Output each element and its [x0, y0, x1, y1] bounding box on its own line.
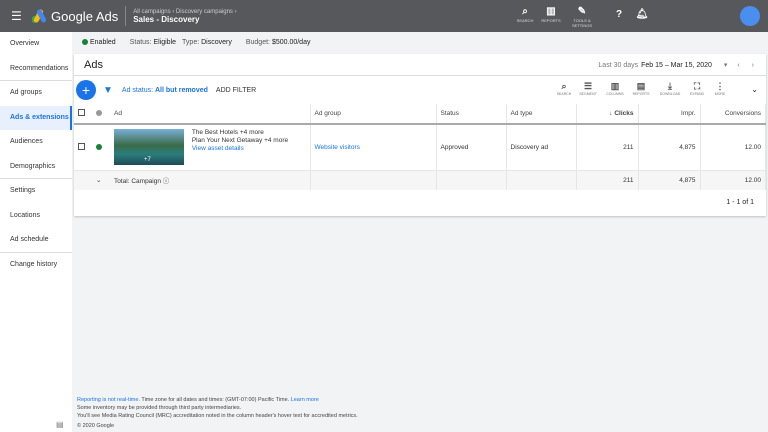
select-all-checkbox[interactable] [78, 109, 85, 116]
ad-status-filter[interactable]: Ad status: All but removed [122, 87, 208, 94]
download-icon: ⤓ [668, 81, 672, 91]
avatar[interactable] [740, 6, 760, 26]
table-row: +7 The Best Hotels +4 more Plan Your Nex… [74, 124, 766, 171]
total-conversions: 12.00 [700, 170, 766, 190]
conversions-value: 12.00 [700, 124, 766, 171]
more-button[interactable]: ⋮ MORE [708, 81, 732, 96]
ads-card: Ads Last 30 days Feb 15 – Mar 15, 2020 ▾ … [74, 54, 766, 216]
sidebar-item-change-history[interactable]: Change history [0, 253, 72, 278]
ad-image-thumbnail[interactable]: +7 [114, 129, 184, 166]
row-checkbox[interactable] [78, 142, 85, 150]
campaign-type: Discovery [201, 38, 232, 46]
ad-type: Discovery ad [506, 124, 577, 171]
segment-icon: ☰ [583, 81, 593, 91]
total-label: Total: Campaign [114, 178, 161, 186]
dropdown-icon[interactable]: ▾ [724, 62, 728, 69]
ads-table: Ad Ad group Status Ad type ↓ Clicks Impr… [74, 104, 766, 190]
learn-more-link[interactable]: Learn more [291, 397, 319, 403]
reports-icon: ▤ [636, 81, 646, 91]
col-status[interactable]: Status [436, 104, 507, 125]
view-asset-details-link[interactable]: View asset details [192, 145, 244, 152]
sidebar-item-settings[interactable]: Settings [0, 179, 72, 204]
sidebar-item-audiences[interactable]: Audiences [0, 130, 72, 155]
campaign-name: Sales - Discovery [133, 14, 200, 24]
expand-icon: ⛶ [693, 81, 701, 91]
brand-name: Google Ads [51, 8, 119, 24]
status-dot-icon [96, 110, 102, 116]
bell-icon[interactable]: 🔔︎ [627, 9, 657, 21]
impr-value: 4,875 [638, 124, 701, 171]
ad-headline: The Best Hotels +4 more [191, 129, 264, 137]
expand-button[interactable]: ⛶ EXPAND [685, 81, 709, 96]
wrench-icon: ✎ [577, 6, 587, 17]
segment-button[interactable]: ☰ SEGMENT [576, 81, 600, 96]
sidebar-item-overview[interactable]: Overview [0, 32, 72, 57]
budget[interactable]: $500.00/day [272, 39, 311, 46]
reporting-link[interactable]: Reporting is not real-time. [77, 397, 140, 403]
enabled-dot-icon [82, 38, 88, 45]
table-search-button[interactable]: ⌕ SEARCH [552, 81, 576, 96]
sidebar-item-ad-schedule[interactable]: Ad schedule [0, 228, 72, 253]
next-period-icon[interactable]: › [752, 62, 754, 69]
filter-icon[interactable]: ▼ [103, 85, 113, 96]
table-header: Ad Ad group Status Ad type ↓ Clicks Impr… [74, 104, 766, 125]
sidebar-item-recommendations[interactable]: Recommendations [0, 57, 72, 81]
sidebar-item-locations[interactable]: Locations [0, 204, 72, 229]
copyright: © 2020 Google [77, 423, 115, 429]
columns-button[interactable]: ▥ COLUMNS [603, 81, 627, 96]
col-ad[interactable]: Ad [110, 104, 311, 125]
reports-icon: ▥ [546, 6, 556, 17]
breadcrumb: All campaigns › Discovery campaigns › Sa… [133, 9, 236, 24]
col-ad-group[interactable]: Ad group [310, 104, 437, 125]
sidebar: Overview Recommendations Ad groups Ads &… [0, 32, 72, 432]
enabled-dot-icon [96, 143, 102, 150]
sidebar-item-ads-extensions[interactable]: Ads & extensions [0, 105, 72, 130]
footer: Reporting is not real-time. Time zone fo… [77, 397, 358, 429]
add-ad-button[interactable]: + [76, 80, 96, 100]
col-clicks[interactable]: ↓ Clicks [576, 104, 639, 125]
reports-button[interactable]: ▤ REPORTS [629, 81, 653, 96]
col-conversions[interactable]: Conversions [700, 104, 766, 125]
tools-settings-button[interactable]: ✎ TOOLS & SETTINGS [567, 6, 597, 28]
sidebar-item-demographics[interactable]: Demographics [0, 155, 72, 179]
enabled-status[interactable]: Enabled [82, 38, 116, 46]
search-icon: ⌕ [561, 81, 567, 91]
clicks-value: 211 [576, 124, 639, 171]
sidebar-item-ad-groups[interactable]: Ad groups [0, 81, 72, 106]
col-ad-type[interactable]: Ad type [506, 104, 577, 125]
eligibility-status: Eligible [153, 38, 177, 46]
collapse-chevron-icon[interactable]: ⌄ [751, 85, 758, 94]
campaign-status-bar: Enabled Status: Eligible Type: Discovery… [72, 32, 768, 52]
date-range-picker[interactable]: Last 30 days Feb 15 – Mar 15, 2020 ▾ ‹ › [598, 61, 754, 69]
breadcrumb-path[interactable]: All campaigns › Discovery campaigns › [133, 9, 236, 15]
reports-button[interactable]: ▥ REPORTS [536, 6, 566, 23]
prev-period-icon[interactable]: ‹ [737, 62, 739, 69]
ad-description: Plan Your Next Getaway +4 more [191, 137, 289, 145]
columns-icon: ▥ [610, 81, 620, 91]
more-icon: ⋮ [715, 81, 725, 91]
page-title: Ads [84, 58, 103, 71]
ad-group-link[interactable]: Website visitors [310, 124, 437, 171]
ad-status: Approved [436, 124, 507, 171]
feedback-icon[interactable]: ▤ [56, 420, 64, 429]
add-filter-button[interactable]: ADD FILTER [216, 87, 256, 94]
expand-chevron-icon[interactable]: ⌄ [96, 177, 101, 184]
total-row: ⌄ Total: Campaign ⓘ 211 4,875 12.00 [74, 170, 766, 190]
col-impr[interactable]: Impr. [638, 104, 701, 125]
help-icon[interactable]: ⓘ [163, 178, 170, 185]
total-clicks: 211 [576, 170, 639, 190]
google-ads-logo [30, 8, 47, 24]
top-bar: ☰ Google Ads All campaigns › Discovery c… [0, 0, 768, 32]
total-impr: 4,875 [638, 170, 701, 190]
pagination: 1 - 1 of 1 [726, 199, 754, 206]
download-button[interactable]: ⤓ DOWNLOAD [658, 81, 682, 96]
menu-icon[interactable]: ☰ [11, 9, 25, 23]
